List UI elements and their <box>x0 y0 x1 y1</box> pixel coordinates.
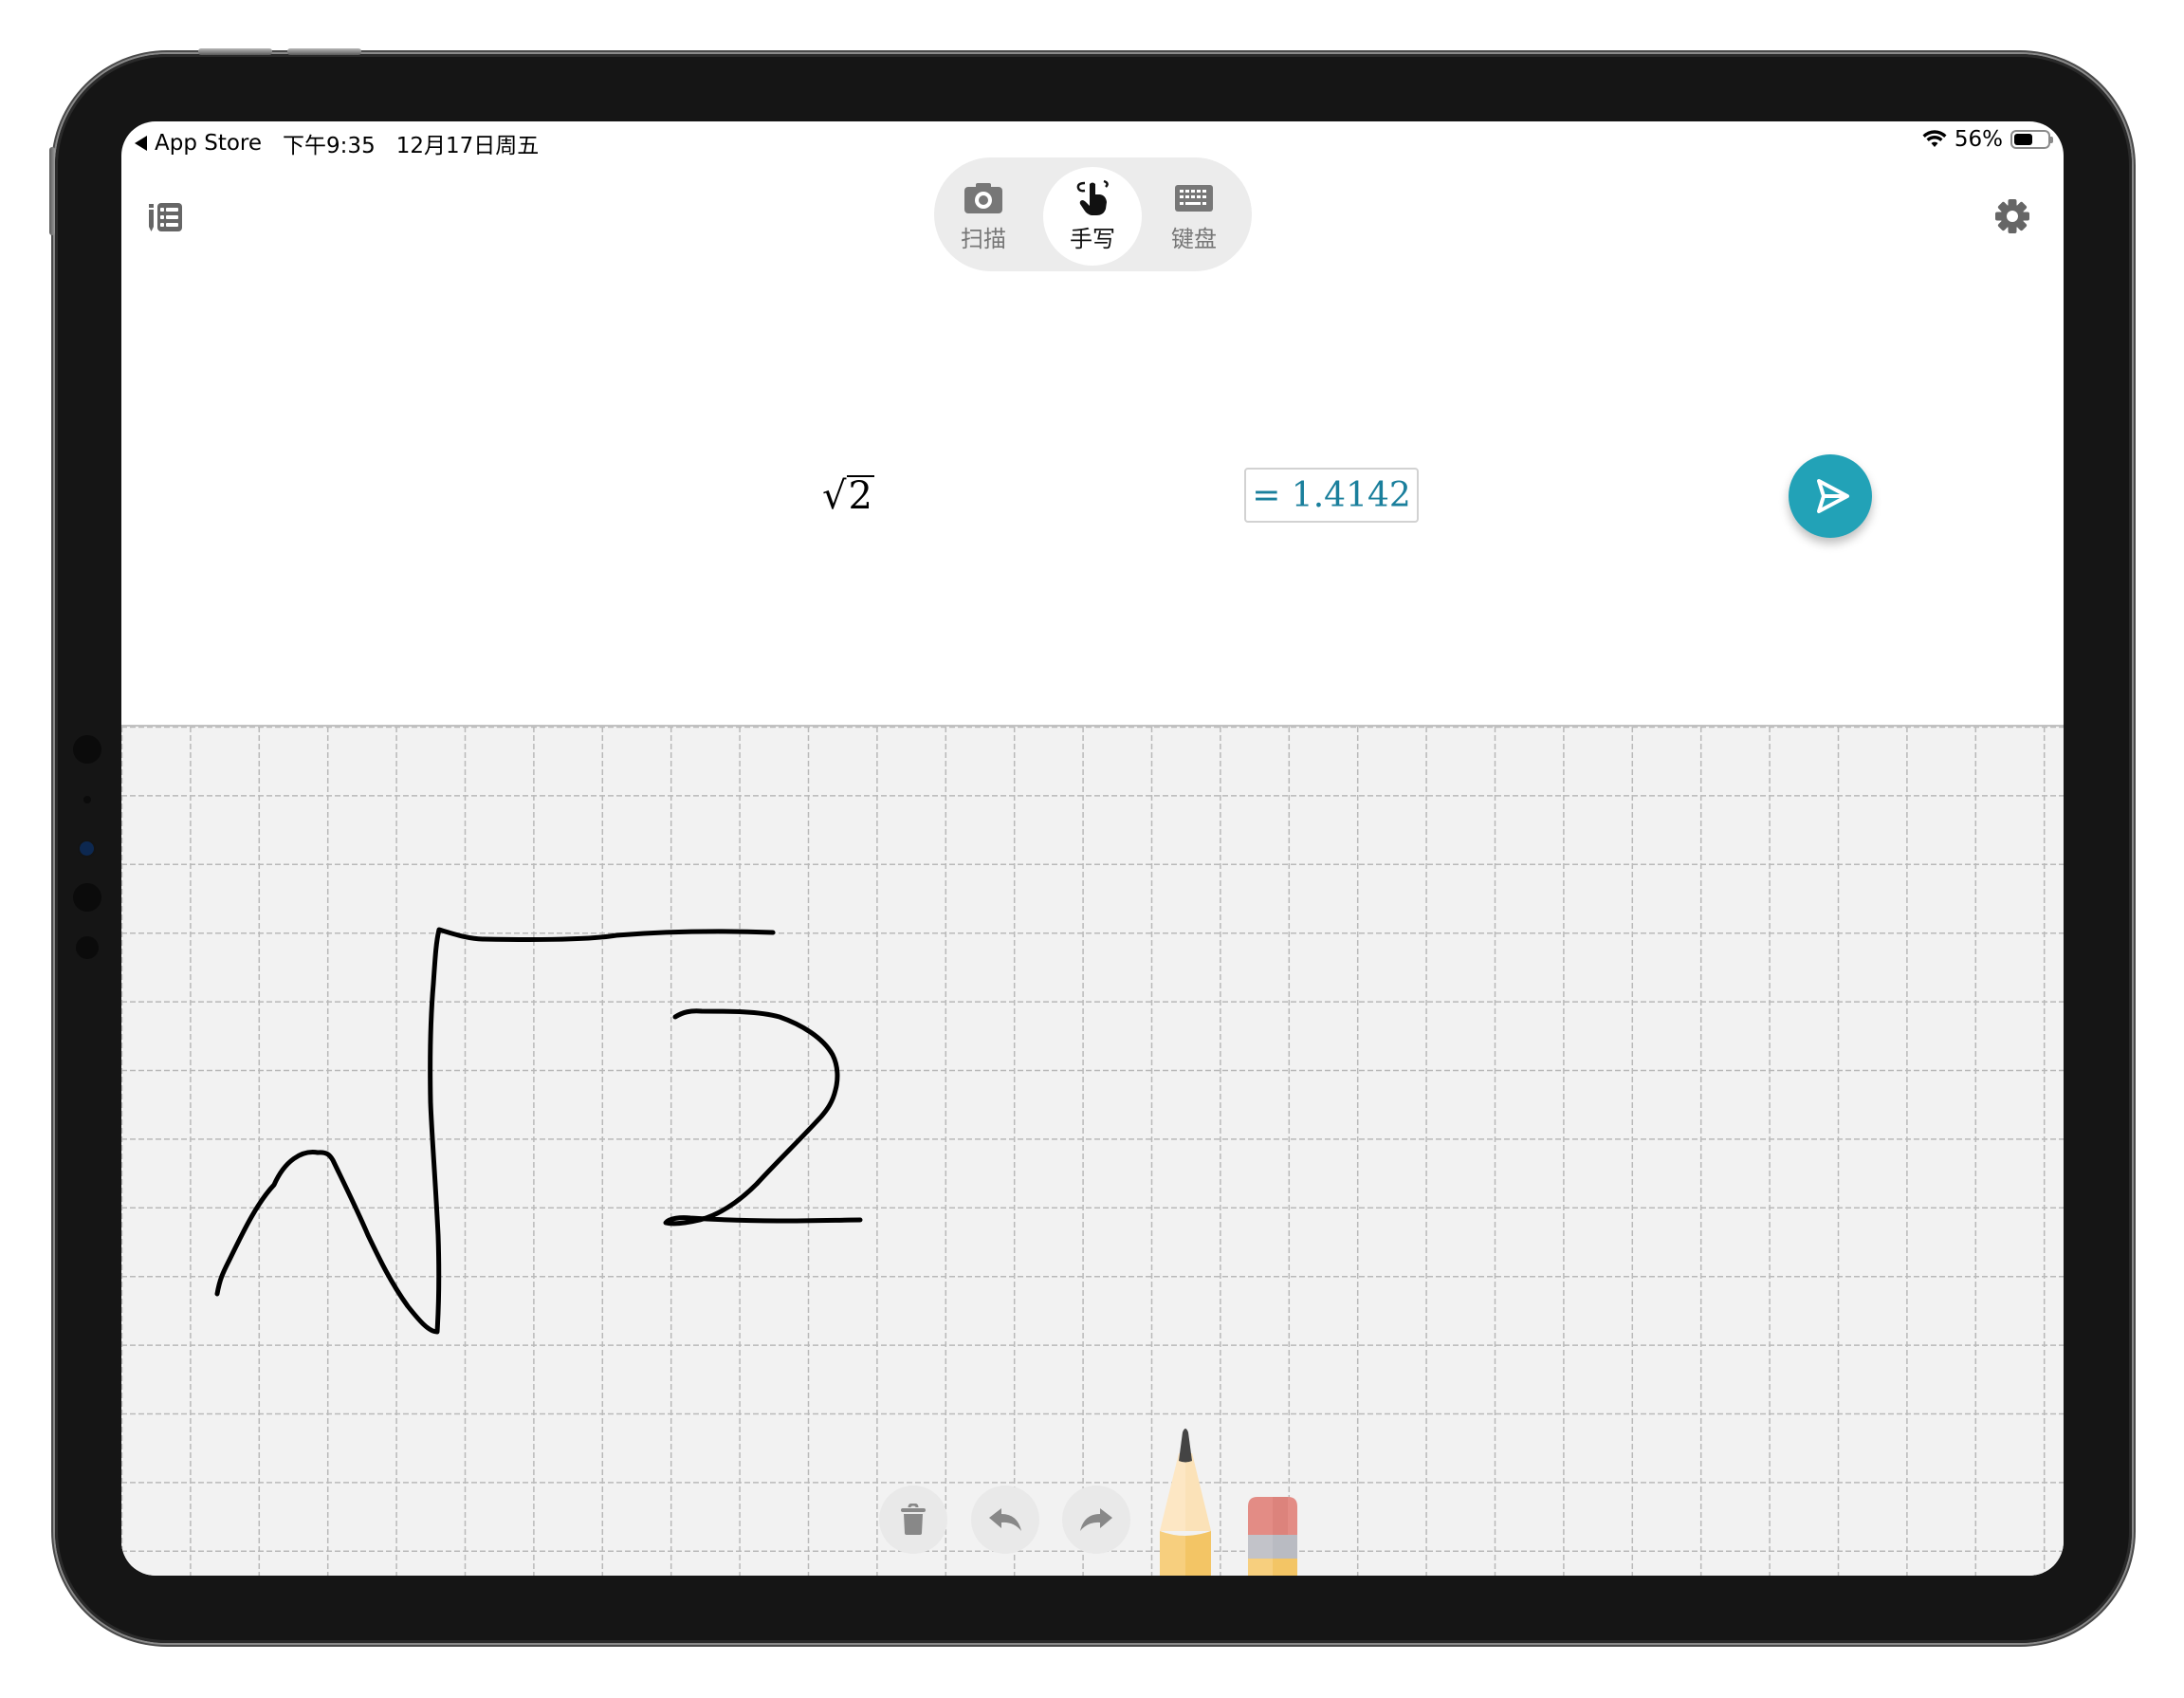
clear-button[interactable] <box>879 1486 947 1554</box>
front-sensor <box>73 735 101 764</box>
front-camera <box>80 841 94 856</box>
result-value[interactable]: = 1.4142 <box>1244 468 1419 523</box>
status-bar-left: App Store 下午9:35 12月17日周五 <box>135 127 539 159</box>
battery-icon <box>2010 130 2053 149</box>
power-button <box>49 147 55 235</box>
ink-stroke-radical <box>214 927 776 1335</box>
keyboard-icon <box>1175 184 1213 212</box>
handwriting-canvas[interactable] <box>121 725 2064 1576</box>
front-sensor <box>76 936 99 959</box>
app-screen: App Store 下午9:35 12月17日周五 56% 扫描 手写 键盘 √… <box>121 121 2064 1576</box>
volume-down-button <box>287 48 361 55</box>
mode-handwriting-button[interactable]: 手写 <box>1043 167 1142 266</box>
back-to-app-link[interactable]: App Store <box>155 131 262 156</box>
mode-scan-label: 扫描 <box>961 225 1006 252</box>
volume-up-button <box>198 48 272 55</box>
front-sensor <box>83 796 91 803</box>
send-button[interactable] <box>1789 454 1872 538</box>
history-list-icon <box>149 203 182 231</box>
gear-icon <box>1995 199 2029 233</box>
pencil-tool[interactable] <box>1160 1425 1211 1576</box>
mode-keyboard-label: 键盘 <box>1171 225 1217 252</box>
recognized-expression[interactable]: √2 <box>822 474 874 518</box>
send-icon <box>1817 479 1849 513</box>
settings-button[interactable] <box>1993 197 2031 235</box>
handwriting-ink <box>214 927 863 1335</box>
trash-icon <box>901 1504 926 1535</box>
history-button[interactable] <box>148 199 184 235</box>
status-bar-right: 56% <box>1922 127 2053 152</box>
wifi-icon <box>1922 130 1947 147</box>
ink-stroke-digit-two <box>663 1008 863 1227</box>
camera-icon <box>964 182 1002 213</box>
undo-icon <box>989 1508 1021 1531</box>
status-time: 下午9:35 <box>283 134 376 158</box>
eraser-tool[interactable] <box>1248 1497 1297 1576</box>
mode-handwriting-label: 手写 <box>1070 225 1115 252</box>
handwriting-finger-icon <box>1076 179 1109 215</box>
radicand: 2 <box>846 474 874 518</box>
eraser-icon <box>1248 1497 1297 1576</box>
undo-button[interactable] <box>971 1486 1039 1554</box>
input-mode-selector: 扫描 手写 键盘 <box>934 157 1252 271</box>
radical-sign: √ <box>822 474 847 518</box>
back-arrow-icon[interactable] <box>135 136 147 151</box>
pencil-icon <box>1160 1429 1211 1576</box>
battery-percent: 56% <box>1954 127 2003 152</box>
redo-button[interactable] <box>1062 1486 1130 1554</box>
redo-icon <box>1080 1508 1112 1531</box>
mode-scan-button[interactable]: 扫描 <box>934 167 1033 266</box>
mode-keyboard-button[interactable]: 键盘 <box>1145 167 1243 266</box>
status-date: 12月17日周五 <box>395 134 540 158</box>
front-sensor <box>73 883 101 912</box>
battery-level <box>2014 134 2032 145</box>
